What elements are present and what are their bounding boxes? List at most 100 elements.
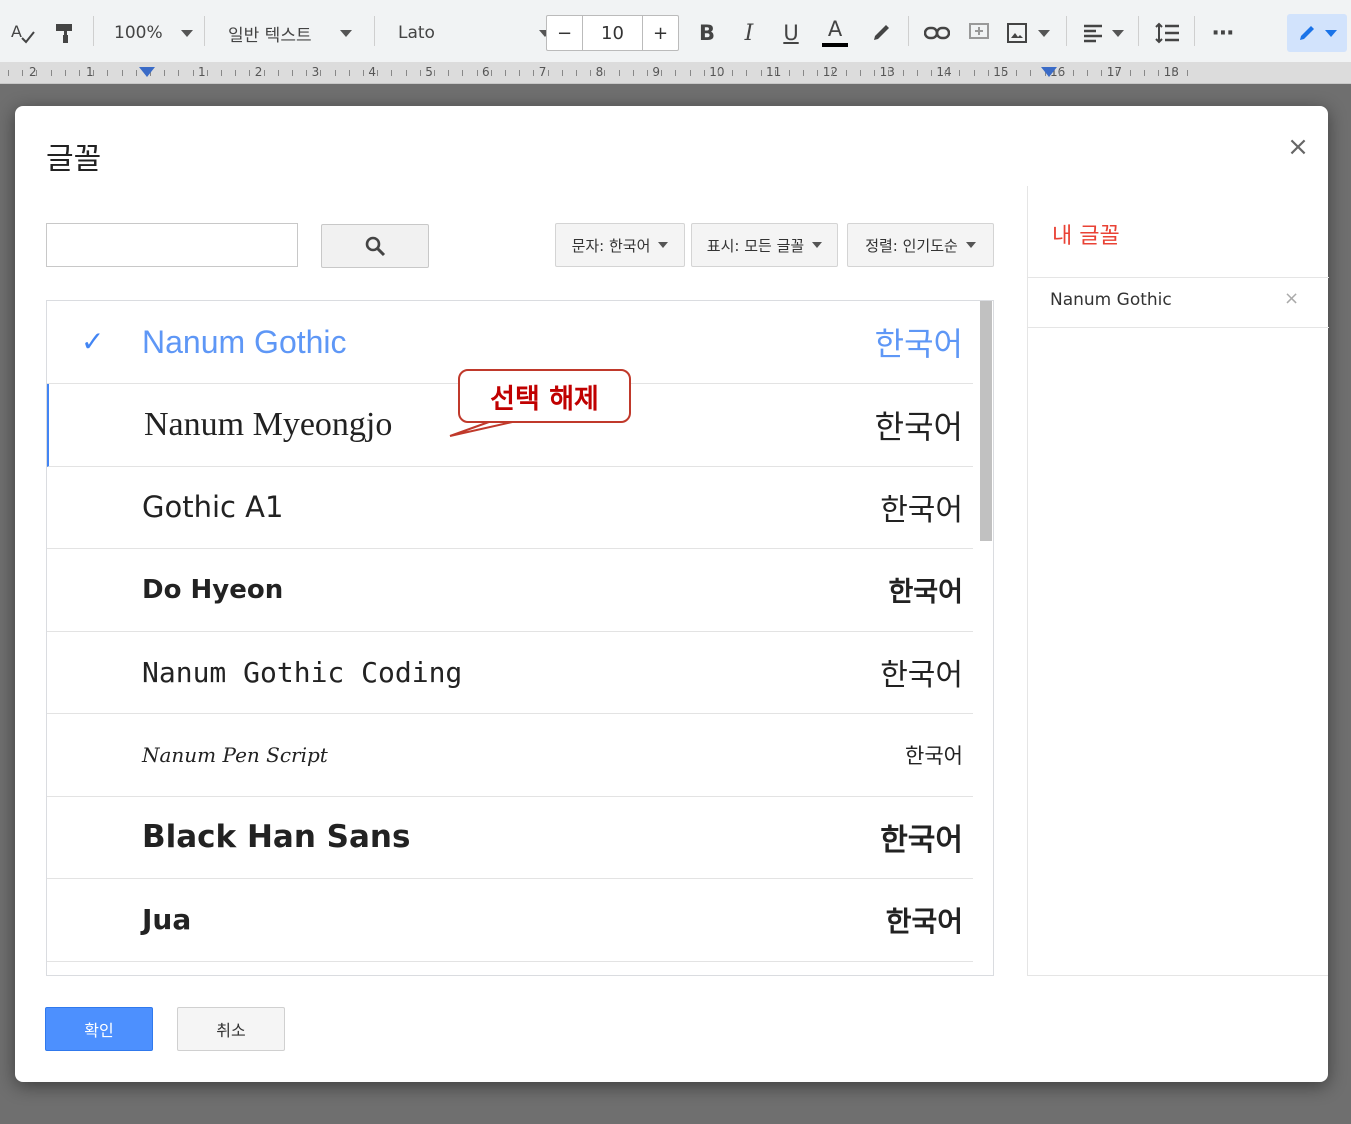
script-filter-dropdown[interactable]: 문자: 한국어 (555, 223, 685, 267)
ruler-tick (1130, 70, 1131, 76)
ruler-tick (661, 70, 662, 76)
ruler-tick (562, 70, 563, 76)
font-list-item[interactable]: Do Hyeon 한국어 (47, 549, 973, 632)
sort-dropdown[interactable]: 정렬: 인기도순 (847, 223, 994, 267)
ruler-number: 9 (652, 65, 661, 79)
ruler-tick (789, 70, 790, 76)
ruler-tick (846, 70, 847, 76)
increase-font-size-button[interactable]: + (643, 16, 678, 50)
ruler-tick (391, 70, 392, 76)
ruler-tick (888, 70, 889, 76)
show-filter-dropdown[interactable]: 표시: 모든 글꼴 (691, 223, 838, 267)
ruler-tick (803, 70, 804, 76)
ruler-tick (363, 70, 364, 76)
font-list-item[interactable]: Nanum Gothic Coding 한국어 (47, 631, 973, 714)
ruler-tick (107, 70, 108, 76)
ruler-tick (974, 70, 975, 76)
text-color-button[interactable]: A (820, 13, 850, 53)
font-name: Nanum Gothic (142, 323, 347, 360)
font-name: Nanum Gothic Coding (142, 655, 463, 689)
toolbar-divider (1138, 16, 1139, 46)
ruler-tick (1087, 70, 1088, 76)
font-size-input[interactable]: 10 (583, 16, 643, 50)
toolbar-divider (1194, 16, 1195, 46)
ruler-tick (434, 70, 435, 76)
font-sample: 한국어 (888, 577, 963, 608)
font-list-item[interactable]: Black Han Sans 한국어 (47, 796, 973, 879)
chevron-down-icon (1038, 29, 1050, 37)
scrollbar-thumb[interactable] (980, 301, 992, 541)
style-select[interactable]: 일반 텍스트 (228, 13, 352, 53)
ruler-tick (1172, 70, 1173, 76)
ruler-tick (406, 70, 407, 76)
ruler-tick (164, 70, 165, 76)
paint-format-icon[interactable] (50, 13, 80, 53)
decrease-font-size-button[interactable]: − (547, 16, 583, 50)
ruler-tick (462, 70, 463, 76)
bold-button[interactable]: B (692, 13, 722, 53)
font-list-item[interactable]: Jua 한국어 (47, 879, 973, 962)
spellcheck-icon[interactable]: A (8, 13, 38, 53)
ruler-number: 10 (709, 65, 725, 79)
ruler-number: 5 (425, 65, 433, 79)
font-name: Jua (142, 903, 192, 936)
add-comment-icon[interactable] (964, 13, 994, 53)
toolbar-divider (908, 16, 909, 46)
font-sample: 한국어 (880, 493, 963, 528)
image-icon (1007, 23, 1027, 43)
cancel-button[interactable]: 취소 (177, 1007, 285, 1051)
font-value: Lato (398, 23, 435, 43)
font-name: Black Han Sans (142, 819, 411, 855)
ruler-tick (959, 70, 960, 76)
chevron-down-icon (339, 29, 352, 37)
ruler-tick (775, 70, 776, 76)
font-select[interactable]: Lato (398, 13, 551, 53)
ruler-number: 4 (368, 65, 377, 79)
ruler-margin-marker[interactable] (139, 67, 155, 77)
italic-button[interactable]: I (734, 13, 764, 53)
align-button[interactable] (1082, 13, 1124, 53)
ruler-tick (1158, 70, 1159, 76)
search-icon (365, 236, 386, 257)
more-options-button[interactable]: ⋯ (1208, 13, 1238, 53)
zoom-select[interactable]: 100% (114, 13, 193, 53)
ruler-tick (448, 70, 449, 76)
ruler-tick (704, 70, 705, 76)
ruler-tick (548, 70, 549, 76)
insert-image-button[interactable] (1006, 13, 1050, 53)
underline-button[interactable]: U (776, 13, 806, 53)
ruler-tick (988, 70, 989, 76)
ruler-number: 6 (482, 65, 490, 79)
close-icon[interactable]: × (1285, 134, 1311, 160)
ok-button[interactable]: 확인 (45, 1007, 153, 1051)
font-list-item[interactable]: Nanum Pen Script 한국어 (47, 714, 973, 797)
ruler-tick (619, 70, 620, 76)
align-left-icon (1084, 24, 1102, 43)
search-button[interactable] (321, 224, 429, 268)
highlight-icon[interactable] (866, 13, 896, 53)
font-search-input[interactable] (46, 223, 298, 267)
chevron-down-icon (1112, 29, 1124, 37)
ruler-tick (732, 70, 733, 76)
ruler-tick (420, 70, 421, 76)
editing-mode-button[interactable] (1287, 14, 1347, 52)
ruler-tick (817, 70, 818, 76)
ruler-tick (36, 70, 37, 76)
ruler-tick (278, 70, 279, 76)
font-sample: 한국어 (874, 325, 963, 363)
ruler-tick (860, 70, 861, 76)
ruler-tick (249, 70, 250, 76)
ruler-tick (832, 70, 833, 76)
remove-font-icon[interactable]: × (1284, 288, 1299, 309)
link-icon[interactable] (922, 13, 952, 53)
ruler-tick (22, 70, 23, 76)
ruler-tick (1016, 70, 1017, 76)
ruler-margin-marker[interactable] (1041, 67, 1057, 77)
toolbar: A 100% 일반 텍스트 Lato − 10 + B I U A ⋯ (0, 0, 1351, 62)
line-spacing-icon[interactable] (1152, 13, 1182, 53)
font-list-item[interactable]: Gothic A1 한국어 (47, 466, 973, 549)
ruler-tick (1116, 70, 1117, 76)
ruler-tick (675, 70, 676, 76)
ruler-tick (505, 70, 506, 76)
font-sample: 한국어 (905, 743, 963, 768)
